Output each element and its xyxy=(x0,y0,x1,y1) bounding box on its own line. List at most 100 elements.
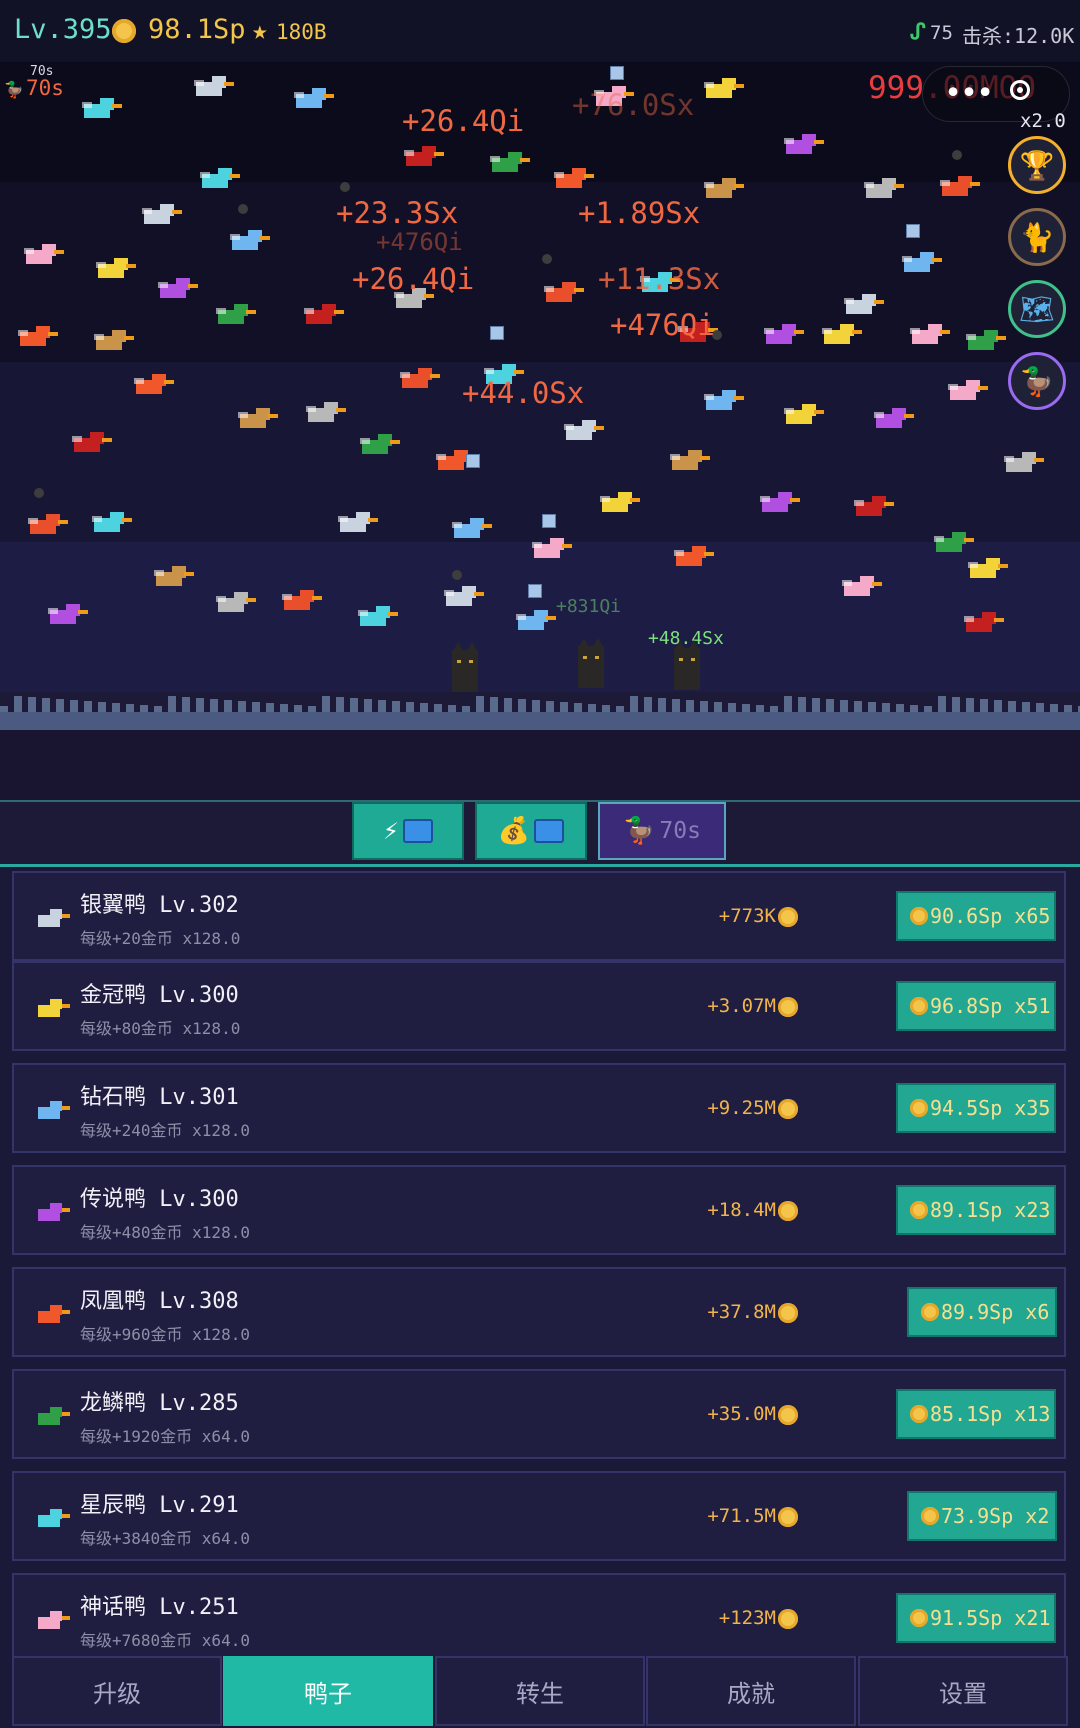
buy-duck-button[interactable]: 85.1Sp x13 xyxy=(896,1389,1056,1439)
coin-icon xyxy=(778,997,798,1017)
flying-duck[interactable] xyxy=(840,292,884,318)
flying-duck[interactable] xyxy=(540,280,584,306)
flying-duck[interactable] xyxy=(1000,450,1044,476)
flying-duck[interactable] xyxy=(596,490,640,516)
buy-duck-button[interactable]: 73.9Sp x2 xyxy=(907,1491,1057,1541)
duck-description: 每级+20金币 x128.0 xyxy=(80,929,241,948)
flying-duck[interactable] xyxy=(190,74,234,100)
buy-duck-button[interactable]: 94.5Sp x35 xyxy=(896,1083,1056,1133)
flying-duck[interactable] xyxy=(944,378,988,404)
flying-duck[interactable] xyxy=(300,302,344,328)
buy-duck-button[interactable]: 91.5Sp x21 xyxy=(896,1593,1056,1643)
duck-list[interactable]: 银翼鸭 Lv.302 每级+20金币 x128.0 +773K 90.6Sp x65 金… xyxy=(0,867,1080,1657)
flying-duck[interactable] xyxy=(700,76,744,102)
duck-name: 银翼鸭 Lv.302 xyxy=(80,893,239,918)
flying-duck[interactable] xyxy=(930,530,974,556)
flying-duck[interactable] xyxy=(838,574,882,600)
game-field[interactable]: 🦆 70s 70s +26.4Qi +76.0Sx +23.3Sx +1.89S… xyxy=(0,62,1080,802)
close-target-icon[interactable] xyxy=(1010,80,1030,100)
flying-duck[interactable] xyxy=(212,302,256,328)
buy-duck-button[interactable]: 96.8Sp x51 xyxy=(896,981,1056,1031)
duck-income: +9.25M xyxy=(707,1097,776,1119)
flying-duck[interactable] xyxy=(212,590,256,616)
flying-duck[interactable] xyxy=(780,132,824,158)
money-boost-button[interactable]: 💰 xyxy=(475,802,587,860)
flying-duck[interactable] xyxy=(756,490,800,516)
flying-duck[interactable] xyxy=(226,228,270,254)
flying-duck[interactable] xyxy=(670,544,714,570)
duck-button[interactable]: 🦆 xyxy=(1008,352,1066,410)
flying-duck[interactable] xyxy=(850,494,894,520)
duck-row: 星辰鸭 Lv.291 每级+3840金币 x64.0 +71.5M 73.9Sp x2 xyxy=(12,1471,1066,1561)
flying-duck[interactable] xyxy=(964,556,1008,582)
more-icon[interactable]: ••• xyxy=(944,76,994,111)
flying-duck[interactable] xyxy=(234,406,278,432)
coin-icon xyxy=(112,19,136,43)
bomb xyxy=(542,254,552,264)
tab-ducks[interactable]: 鸭子 xyxy=(223,1656,433,1726)
coin-icon xyxy=(778,1405,798,1425)
flying-duck[interactable] xyxy=(196,166,240,192)
flying-duck[interactable] xyxy=(960,610,1004,636)
flying-duck[interactable] xyxy=(302,400,346,426)
flying-duck[interactable] xyxy=(354,604,398,630)
flying-duck[interactable] xyxy=(400,144,444,170)
flying-duck[interactable] xyxy=(278,588,322,614)
trophy-button[interactable]: 🏆 xyxy=(1008,136,1066,194)
flying-duck[interactable] xyxy=(138,202,182,228)
flying-duck[interactable] xyxy=(666,448,710,474)
tab-achievements[interactable]: 成就 xyxy=(646,1656,856,1726)
flying-duck[interactable] xyxy=(860,176,904,202)
speed-boost-button[interactable]: ⚡ xyxy=(352,802,464,860)
flying-duck[interactable] xyxy=(936,174,980,200)
flying-duck[interactable] xyxy=(68,430,112,456)
flying-duck[interactable] xyxy=(14,324,58,350)
map-button[interactable]: 🗺 xyxy=(1008,280,1066,338)
flying-duck[interactable] xyxy=(898,250,942,276)
flying-duck[interactable] xyxy=(44,602,88,628)
buy-duck-button[interactable]: 90.6Sp x65 xyxy=(896,891,1056,941)
flying-duck[interactable] xyxy=(356,432,400,458)
tab-rebirth[interactable]: 转生 xyxy=(435,1656,645,1726)
flying-duck[interactable] xyxy=(818,322,862,348)
cat-icon: 🐈 xyxy=(1019,220,1055,254)
flying-duck[interactable] xyxy=(870,406,914,432)
flying-duck[interactable] xyxy=(90,328,134,354)
flying-duck[interactable] xyxy=(78,96,122,122)
flying-duck[interactable] xyxy=(154,276,198,302)
flying-duck[interactable] xyxy=(396,366,440,392)
flying-duck[interactable] xyxy=(24,512,68,538)
buy-duck-button[interactable]: 89.1Sp x23 xyxy=(896,1185,1056,1235)
flying-duck[interactable] xyxy=(88,510,132,536)
flying-duck[interactable] xyxy=(560,418,604,444)
flying-duck[interactable] xyxy=(486,150,530,176)
flying-duck[interactable] xyxy=(92,256,136,282)
buy-duck-button[interactable]: 89.9Sp x6 xyxy=(907,1287,1057,1337)
flying-duck[interactable] xyxy=(334,510,378,536)
flying-duck[interactable] xyxy=(150,564,194,590)
flying-duck[interactable] xyxy=(130,372,174,398)
cat-button[interactable]: 🐈 xyxy=(1008,208,1066,266)
flying-duck[interactable] xyxy=(760,322,804,348)
duck-icon: 🦆 xyxy=(623,816,656,846)
tab-settings[interactable]: 设置 xyxy=(858,1656,1068,1726)
flying-duck[interactable] xyxy=(448,516,492,542)
flying-duck[interactable] xyxy=(440,584,484,610)
damage-number: +48.4Sx xyxy=(648,628,724,649)
flying-duck[interactable] xyxy=(550,166,594,192)
flying-duck[interactable] xyxy=(290,86,334,112)
flying-duck[interactable] xyxy=(512,608,556,634)
flying-duck[interactable] xyxy=(780,402,824,428)
flying-duck[interactable] xyxy=(528,536,572,562)
flying-duck[interactable] xyxy=(906,322,950,348)
tab-upgrade[interactable]: 升级 xyxy=(12,1656,222,1726)
duck-description: 每级+3840金币 x64.0 xyxy=(80,1529,250,1548)
flying-duck[interactable] xyxy=(700,176,744,202)
bomb xyxy=(452,570,462,580)
flying-duck[interactable] xyxy=(20,242,64,268)
flying-duck[interactable] xyxy=(962,328,1006,354)
trophy-icon: 🏆 xyxy=(1019,148,1055,182)
flying-duck[interactable] xyxy=(700,388,744,414)
star-amount: 180B xyxy=(276,20,327,44)
duck-boost-button[interactable]: 🦆 70s xyxy=(598,802,726,860)
